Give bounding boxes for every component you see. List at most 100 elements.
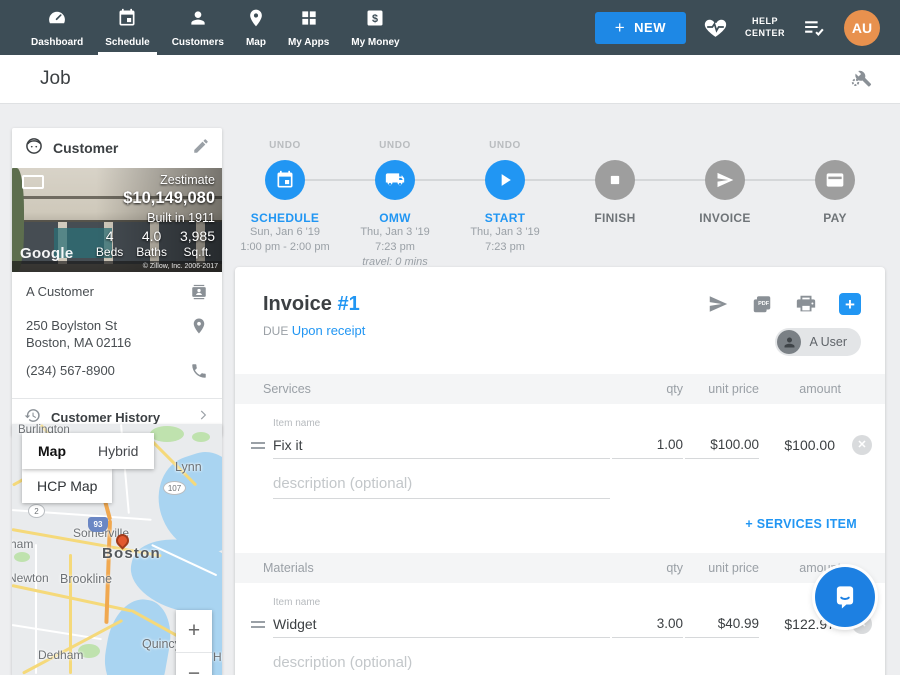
item-unit-price-input[interactable] [685, 431, 759, 459]
zoom-out-button[interactable]: − [176, 653, 212, 675]
invoice-actions: PDF + [707, 293, 861, 315]
material-line-item: Item name $122.97 ✕ [235, 583, 885, 675]
step-label: START [485, 211, 526, 225]
item-name-input[interactable] [273, 431, 610, 459]
nav-schedule[interactable]: Schedule [94, 0, 160, 55]
step-label: FINISH [594, 211, 635, 225]
nav-dashboard[interactable]: Dashboard [20, 0, 94, 55]
print-icon[interactable] [795, 293, 817, 315]
step-date: Sun, Jan 6 '19 [250, 225, 320, 240]
services-section-header: Services qty unit price amount [235, 374, 885, 404]
stat-value: 3,985 [180, 228, 215, 244]
map-widget[interactable]: Burlington Lynn Somerville Boston ham Ne… [12, 424, 222, 675]
chat-bubble-button[interactable] [815, 567, 875, 627]
add-invoice-button[interactable]: + [839, 293, 861, 315]
app-window: Dashboard Schedule Customers Map My Apps… [0, 0, 900, 675]
user-silhouette-icon [777, 330, 801, 354]
invoice-step-button[interactable] [705, 160, 745, 200]
timeline-step-pay: PAY [785, 140, 885, 270]
streetview-frame-icon [22, 175, 44, 189]
new-button[interactable]: + NEW [595, 12, 686, 44]
undo-button[interactable]: UNDO [269, 140, 301, 152]
pay-step-button[interactable] [815, 160, 855, 200]
send-invoice-icon[interactable] [707, 293, 729, 315]
job-settings-icon[interactable] [850, 66, 872, 93]
help-center-link[interactable]: HELP CENTER [745, 16, 785, 39]
nav-my-apps[interactable]: My Apps [277, 0, 340, 55]
route-shield-2: 2 [28, 504, 45, 518]
item-unit-price-input[interactable] [685, 610, 759, 638]
timeline-steps: UNDO SCHEDULE Sun, Jan 6 '19 1:00 pm - 2… [235, 140, 885, 270]
step-label: PAY [823, 211, 847, 225]
person-icon [188, 8, 208, 33]
assigned-user-chip[interactable]: A User [775, 328, 861, 356]
customer-address: 250 Boylston St Boston, MA 02116 [26, 317, 131, 351]
timeline-step-schedule: UNDO SCHEDULE Sun, Jan 6 '19 1:00 pm - 2… [235, 140, 335, 270]
phone-icon[interactable] [190, 362, 208, 385]
help-line2: CENTER [745, 28, 785, 40]
item-description-input[interactable] [273, 648, 610, 675]
due-terms-link[interactable]: Upon receipt [292, 323, 366, 338]
schedule-step-button[interactable] [265, 160, 305, 200]
dollar-square-icon: $ [365, 8, 385, 33]
chat-smile-icon [830, 582, 860, 612]
map-label: Hi [213, 650, 222, 664]
finish-step-button[interactable] [595, 160, 635, 200]
zoom-in-button[interactable]: + [176, 610, 212, 652]
omw-step-button[interactable] [375, 160, 415, 200]
hcp-map-button[interactable]: HCP Map [22, 469, 112, 503]
invoice-number: #1 [337, 293, 359, 315]
map-type-hybrid-button[interactable]: Hybrid [82, 433, 154, 469]
zestimate-label: Zestimate [96, 173, 215, 187]
nav-customers[interactable]: Customers [161, 0, 235, 55]
pdf-icon[interactable]: PDF [751, 293, 773, 315]
nav-my-money[interactable]: $ My Money [340, 0, 410, 55]
location-pin-icon[interactable] [190, 317, 208, 340]
amount-column-header: amount [761, 382, 841, 396]
item-name-input[interactable] [273, 610, 610, 638]
contact-card-icon[interactable] [190, 283, 208, 306]
qty-column-header: qty [612, 561, 683, 575]
map-type-map-button[interactable]: Map [22, 433, 82, 469]
property-photo[interactable]: Zestimate $10,149,080 Built in 1911 4 Be… [12, 168, 222, 272]
stat-value: 4.0 [136, 228, 167, 244]
page-header: Job [0, 55, 900, 104]
add-services-item-link[interactable]: + SERVICES ITEM [745, 517, 857, 531]
map-road [35, 544, 37, 674]
nav-label: Dashboard [31, 37, 83, 48]
item-amount: $100.00 [761, 437, 841, 453]
edit-pencil-icon[interactable] [192, 137, 210, 160]
timeline-step-invoice: INVOICE [675, 140, 775, 270]
nav-map[interactable]: Map [235, 0, 277, 55]
stat-beds: 4 Beds [96, 228, 123, 259]
delete-item-icon[interactable]: ✕ [852, 435, 872, 455]
health-heart-icon[interactable] [703, 15, 728, 40]
unit-price-column-header: unit price [685, 561, 759, 575]
item-qty-input[interactable] [612, 431, 683, 459]
customer-phone-row: (234) 567-8900 [26, 362, 208, 385]
item-qty-input[interactable] [612, 610, 683, 638]
undo-button[interactable]: UNDO [489, 140, 521, 152]
due-label: DUE [263, 324, 288, 338]
zestimate-overlay: Zestimate $10,149,080 Built in 1911 4 Be… [96, 173, 215, 259]
stat-label: Baths [136, 245, 167, 259]
drag-handle-icon[interactable] [251, 442, 265, 449]
user-avatar[interactable]: AU [844, 10, 880, 46]
customer-phone: (234) 567-8900 [26, 362, 115, 379]
checklist-icon[interactable] [802, 15, 827, 40]
section-title: Services [263, 382, 610, 396]
photo-copyright: © Zillow, Inc. 2006-2017 [143, 263, 218, 270]
invoice-title-text: Invoice [263, 293, 332, 315]
start-step-button[interactable] [485, 160, 525, 200]
photo-copyright-strip: © Zillow, Inc. 2006-2017 [12, 261, 222, 272]
map-park [14, 552, 30, 562]
add-services-row: + SERVICES ITEM [235, 499, 885, 553]
map-label: Newton [12, 571, 49, 585]
main-nav: Dashboard Schedule Customers Map My Apps… [20, 0, 411, 55]
item-description-input[interactable] [273, 469, 610, 499]
service-line-item: Item name $100.00 ✕ [235, 404, 885, 499]
timeline-step-finish: FINISH [565, 140, 665, 270]
drag-handle-icon[interactable] [251, 621, 265, 628]
undo-button[interactable]: UNDO [379, 140, 411, 152]
invoice-header: Invoice #1 DUE Upon receipt PDF + [235, 267, 885, 374]
